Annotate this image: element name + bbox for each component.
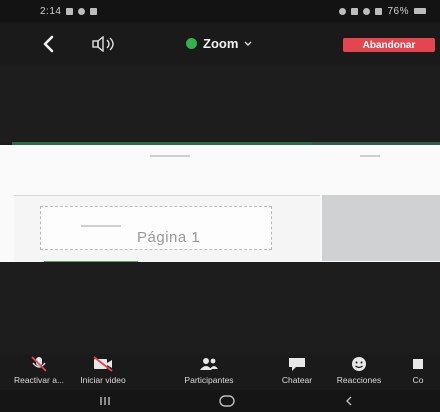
share-artifact — [150, 155, 190, 157]
status-bar: 2:14 76% — [0, 0, 440, 22]
mic-muted-icon — [28, 356, 50, 372]
toolbar-label: Reacciones — [336, 375, 382, 385]
shield-icon — [186, 38, 197, 49]
share-artifact — [360, 155, 380, 157]
meeting-title: Zoom — [203, 36, 239, 51]
speaker-icon — [92, 36, 114, 52]
shared-screen[interactable]: Página 1 — [0, 145, 440, 264]
shared-document: Página 1 — [14, 195, 320, 264]
signal-icon — [375, 7, 383, 15]
chat-icon — [286, 356, 308, 372]
toolbar-label: Iniciar video — [80, 375, 126, 385]
notification-icon — [90, 7, 98, 15]
notification-icon — [66, 7, 74, 15]
chevron-left-icon — [43, 35, 54, 53]
participants-icon — [198, 356, 220, 372]
status-bar-left: 2:14 — [40, 5, 98, 17]
meeting-top-bar: Zoom Abandonar — [0, 22, 440, 66]
meeting-toolbar: Reactivar a... Iniciar video Participant… — [0, 354, 440, 390]
back-nav-icon — [346, 396, 352, 406]
toolbar-label: Chatear — [281, 375, 313, 385]
reactions-icon — [348, 356, 370, 372]
status-time: 2:14 — [40, 5, 62, 17]
recent-apps-button[interactable] — [90, 394, 120, 408]
participants-button[interactable]: Participantes — [170, 356, 248, 385]
more-button[interactable]: Co — [396, 356, 440, 385]
system-nav-bar — [0, 390, 440, 412]
page-label: Página 1 — [137, 229, 201, 246]
battery-percent: 76% — [387, 5, 409, 17]
nfc-icon — [351, 7, 359, 15]
notification-icon — [78, 7, 86, 15]
document-line — [81, 225, 121, 227]
toolbar-label: Reactivar a... — [13, 375, 65, 385]
back-nav-button[interactable] — [334, 394, 364, 408]
status-bar-right: 76% — [339, 6, 426, 17]
start-video-button[interactable]: Iniciar video — [64, 356, 142, 385]
toolbar-label: Participantes — [184, 375, 234, 385]
chevron-down-icon — [244, 41, 252, 46]
speaker-button[interactable] — [92, 34, 118, 54]
leave-button[interactable]: Abandonar — [343, 38, 435, 52]
video-area-bottom — [0, 262, 440, 354]
video-off-icon — [92, 356, 114, 372]
document-page: Página 1 — [40, 206, 272, 250]
more-icon — [407, 356, 429, 372]
reactions-button[interactable]: Reacciones — [320, 356, 398, 385]
home-button[interactable] — [212, 394, 242, 408]
battery-icon — [414, 8, 426, 14]
toolbar-label: Co — [412, 375, 424, 385]
meeting-title-dropdown[interactable]: Zoom — [186, 36, 252, 51]
home-icon — [219, 395, 235, 407]
back-button[interactable] — [38, 33, 60, 55]
recent-apps-icon — [100, 397, 110, 405]
video-area-top — [0, 66, 440, 142]
wifi-icon — [363, 7, 371, 15]
document-side-panel — [322, 195, 440, 261]
alarm-icon — [339, 7, 347, 15]
